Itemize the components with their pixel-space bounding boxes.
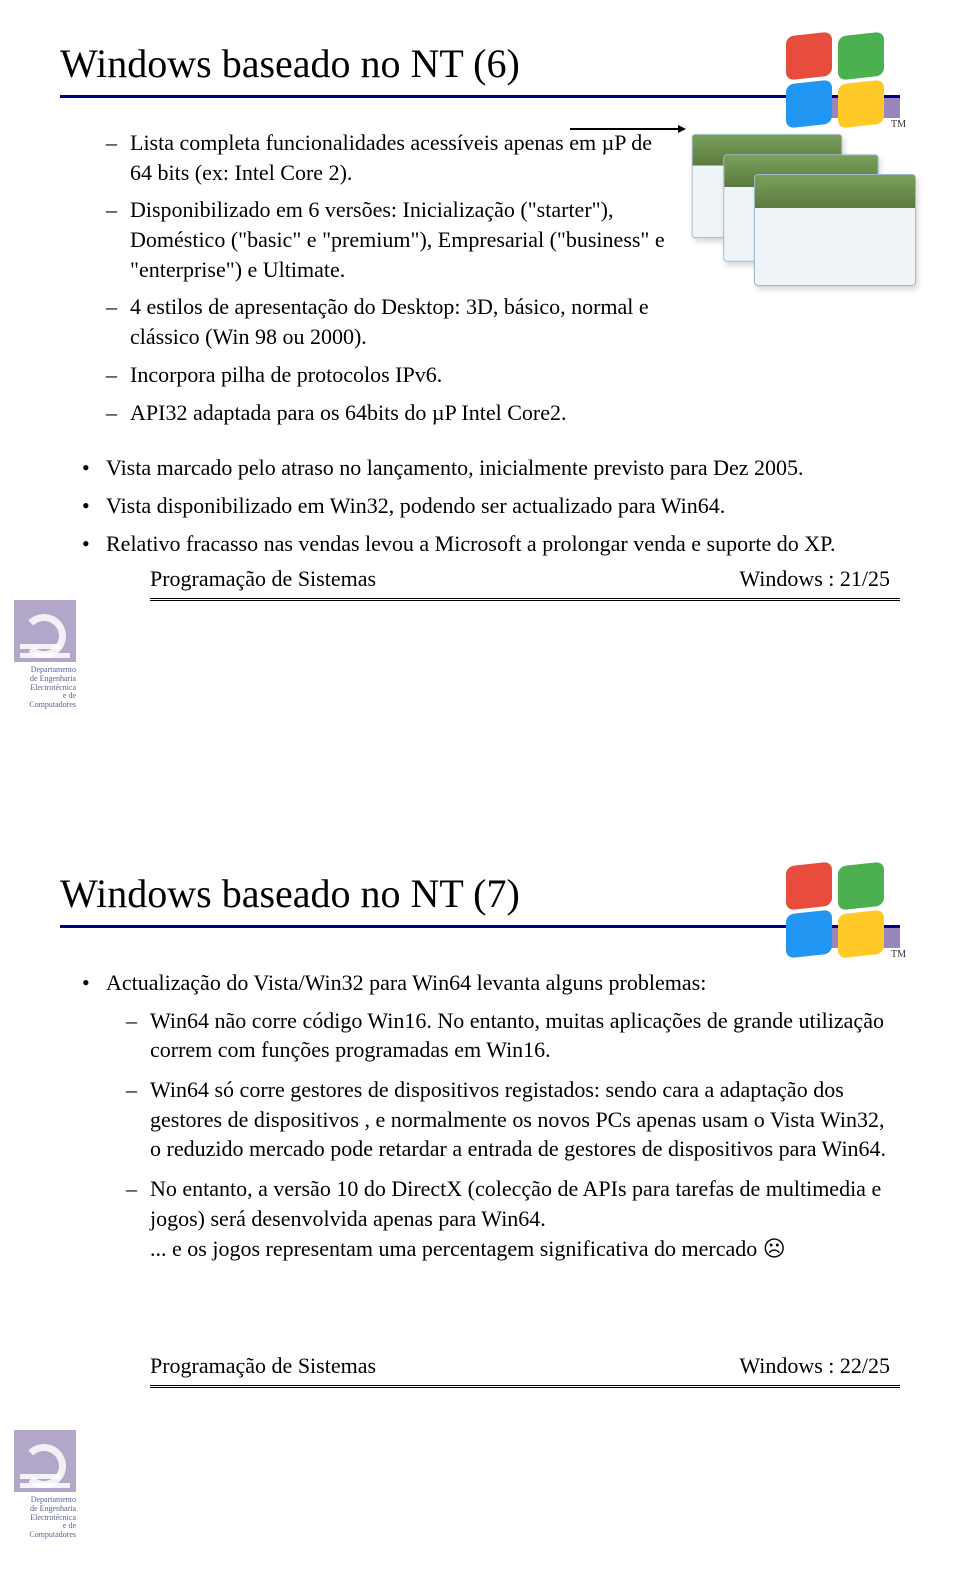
footer-page: Windows : 22/25 <box>739 1353 890 1379</box>
footer-rule <box>150 598 900 601</box>
dash-list: Lista completa funcionalidades acessívei… <box>60 128 670 427</box>
dash-list: Win64 não corre código Win16. No entanto… <box>60 1006 900 1264</box>
windows-logo-icon: TM <box>780 28 900 128</box>
list-item: Vista marcado pelo atraso no lançamento,… <box>60 453 900 483</box>
list-item: Win64 não corre código Win16. No entanto… <box>60 1006 900 1065</box>
title-rule <box>60 95 900 98</box>
slide-content: Actualização do Vista/Win32 para Win64 l… <box>60 968 900 1263</box>
list-item: Lista completa funcionalidades acessívei… <box>60 128 670 187</box>
list-item: Disponibilizado em 6 versões: Inicializa… <box>60 195 670 284</box>
title-rule <box>60 925 900 928</box>
footer-page: Windows : 21/25 <box>739 566 890 592</box>
slide-footer: Programação de Sistemas Windows : 22/25 <box>120 1353 900 1379</box>
deec-logo-icon <box>14 600 76 662</box>
slide-22: TM Windows baseado no NT (7) Actualizaçã… <box>0 830 960 1570</box>
footer-left: Programação de Sistemas <box>150 566 376 592</box>
list-item: Actualização do Vista/Win32 para Win64 l… <box>60 968 900 998</box>
vista-flip3d-icon <box>680 124 900 284</box>
list-item: Vista disponibilizado em Win32, podendo … <box>60 491 900 521</box>
slide-content: Lista completa funcionalidades acessívei… <box>60 128 900 558</box>
slide-footer: Programação de Sistemas Windows : 21/25 <box>120 566 900 592</box>
slide-header: Windows baseado no NT (6) <box>60 40 900 98</box>
bullet-list: Actualização do Vista/Win32 para Win64 l… <box>60 968 900 998</box>
slide-title: Windows baseado no NT (7) <box>60 870 900 921</box>
deec-caption: Departamento de Engenharia Electrotécnic… <box>14 666 76 710</box>
list-item: Relativo fracasso nas vendas levou a Mic… <box>60 529 900 559</box>
footer-left: Programação de Sistemas <box>150 1353 376 1379</box>
deec-badge: Departamento de Engenharia Electrotécnic… <box>14 1430 84 1540</box>
windows-logo-icon: TM <box>780 858 900 958</box>
deec-badge: Departamento de Engenharia Electrotécnic… <box>14 600 84 710</box>
list-item: API32 adaptada para os 64bits do µP Inte… <box>60 398 670 428</box>
slide-header: Windows baseado no NT (7) <box>60 870 900 928</box>
deec-caption: Departamento de Engenharia Electrotécnic… <box>14 1496 76 1540</box>
slide-21: TM Windows baseado no NT (6) Lista compl… <box>0 0 960 740</box>
slide-title: Windows baseado no NT (6) <box>60 40 900 91</box>
footer-rule <box>150 1385 900 1388</box>
list-item: Incorpora pilha de protocolos IPv6. <box>60 360 670 390</box>
list-item: 4 estilos de apresentação do Desktop: 3D… <box>60 292 670 351</box>
deec-logo-icon <box>14 1430 76 1492</box>
list-item: No entanto, a versão 10 do DirectX (cole… <box>60 1174 900 1263</box>
list-item: Win64 só corre gestores de dispositivos … <box>60 1075 900 1164</box>
bullet-list: Vista marcado pelo atraso no lançamento,… <box>60 453 900 558</box>
